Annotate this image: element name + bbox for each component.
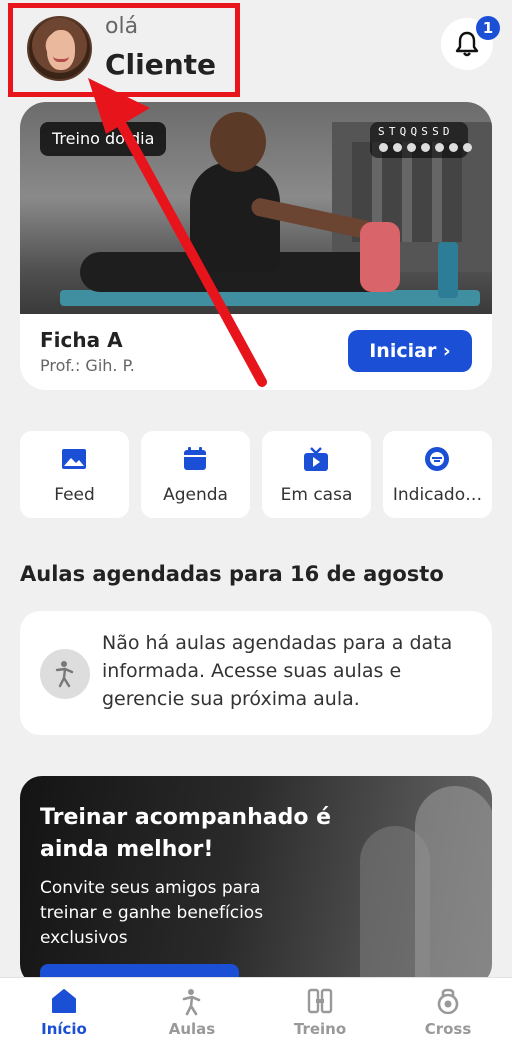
quick-action-indicadores[interactable]: Indicado… bbox=[383, 431, 492, 518]
quick-action-feed[interactable]: Feed bbox=[20, 431, 129, 518]
class-empty-icon bbox=[40, 649, 90, 699]
header: olá Cliente 1 bbox=[0, 0, 512, 100]
week-days-letters: STQQSSD bbox=[378, 125, 454, 138]
promo-title: Treinar acompanhado é ainda melhor! bbox=[40, 805, 332, 862]
tab-cross[interactable]: Cross bbox=[384, 978, 512, 1042]
quick-action-agenda[interactable]: Agenda bbox=[141, 431, 250, 518]
quick-action-em-casa[interactable]: Em casa bbox=[262, 431, 371, 518]
no-classes-card: Não há aulas agendadas para a data infor… bbox=[20, 611, 492, 735]
workout-of-day-card[interactable]: Treino do dia STQQSSD Ficha A Prof.: Gih… bbox=[20, 102, 492, 390]
tab-label: Cross bbox=[424, 1020, 472, 1038]
no-classes-message: Não há aulas agendadas para a data infor… bbox=[102, 632, 453, 710]
tab-inicio[interactable]: Início bbox=[0, 978, 128, 1042]
indicators-icon bbox=[425, 447, 449, 471]
calendar-icon bbox=[184, 447, 206, 470]
promo-text: Convite seus amigos para treinar e ganhe… bbox=[40, 878, 264, 948]
start-workout-button[interactable]: Iniciar › bbox=[348, 330, 472, 372]
tab-label: Início bbox=[41, 1020, 87, 1038]
image-icon bbox=[62, 449, 86, 469]
tab-label: Aulas bbox=[168, 1020, 216, 1038]
quick-action-label: Agenda bbox=[163, 485, 228, 505]
invite-friends-banner[interactable]: Treinar acompanhado é ainda melhor! Conv… bbox=[20, 776, 492, 986]
bell-icon bbox=[455, 31, 479, 57]
tab-aulas[interactable]: Aulas bbox=[128, 978, 256, 1042]
notification-badge: 1 bbox=[476, 16, 500, 40]
week-days-indicator: STQQSSD bbox=[370, 122, 472, 158]
banner-person-image bbox=[415, 786, 492, 986]
quick-action-label: Em casa bbox=[280, 485, 353, 505]
quick-action-label: Feed bbox=[54, 485, 95, 505]
workout-title: Ficha A bbox=[40, 328, 123, 352]
workout-tag: Treino do dia bbox=[40, 122, 167, 156]
scheduled-classes-title: Aulas agendadas para 16 de agosto bbox=[20, 562, 444, 586]
home-icon bbox=[52, 989, 76, 1013]
tab-label: Treino bbox=[293, 1020, 347, 1038]
week-days-dots bbox=[379, 143, 472, 152]
workout-professor: Prof.: Gih. P. bbox=[40, 356, 135, 375]
bottom-tab-bar: Início Aulas Treino Cross bbox=[0, 977, 512, 1042]
dumbbell-icon bbox=[307, 988, 333, 1014]
annotation-highlight-box bbox=[8, 3, 240, 97]
kettlebell-icon bbox=[437, 988, 459, 1014]
class-person-icon bbox=[182, 989, 201, 1016]
tab-treino[interactable]: Treino bbox=[256, 978, 384, 1042]
tv-play-icon bbox=[304, 447, 328, 471]
quick-action-label: Indicado… bbox=[392, 485, 483, 505]
